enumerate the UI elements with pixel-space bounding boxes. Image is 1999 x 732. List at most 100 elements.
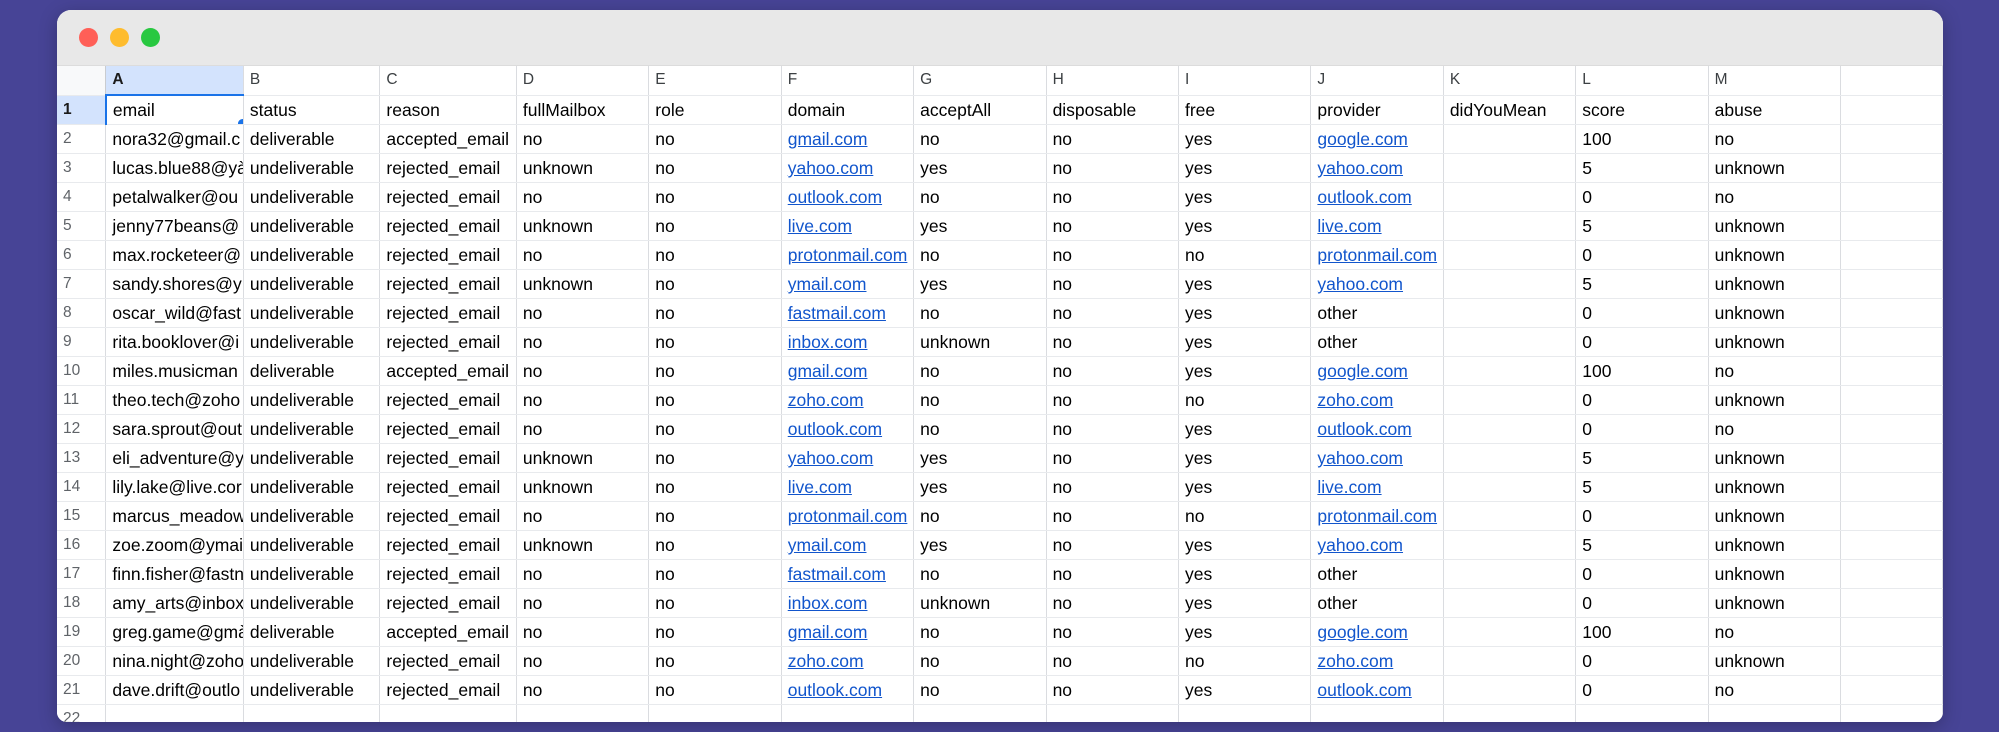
table-row[interactable]: 10miles.musicmandeliverableaccepted_emai… xyxy=(57,357,1943,386)
cell-email[interactable]: dave.drift@outlo xyxy=(106,676,244,705)
cell-domain[interactable]: ymail.com xyxy=(781,531,913,560)
cell-abuse[interactable]: unknown xyxy=(1708,531,1840,560)
empty-cell[interactable] xyxy=(1841,125,1943,154)
cell-free[interactable]: yes xyxy=(1178,618,1310,647)
empty-cell[interactable] xyxy=(1841,415,1943,444)
cell-didYouMean[interactable] xyxy=(1443,183,1575,212)
header-cell-provider[interactable]: provider xyxy=(1311,95,1443,125)
cell-provider[interactable]: outlook.com xyxy=(1311,676,1443,705)
cell-fullMailbox[interactable] xyxy=(516,705,648,723)
cell-disposable[interactable]: no xyxy=(1046,589,1178,618)
cell-reason[interactable]: rejected_email xyxy=(380,502,516,531)
cell-disposable[interactable]: no xyxy=(1046,473,1178,502)
cell-role[interactable]: no xyxy=(649,241,781,270)
header-cell-reason[interactable]: reason xyxy=(380,95,516,125)
cell-role[interactable]: no xyxy=(649,589,781,618)
cell-domain[interactable]: protonmail.com xyxy=(781,502,913,531)
cell-score[interactable]: 5 xyxy=(1576,270,1708,299)
cell-didYouMean[interactable] xyxy=(1443,328,1575,357)
table-row[interactable]: 21dave.drift@outloundeliverablerejected_… xyxy=(57,676,1943,705)
cell-acceptAll[interactable]: no xyxy=(914,560,1046,589)
hyperlink-provider[interactable]: zoho.com xyxy=(1317,651,1393,671)
cell-abuse[interactable]: unknown xyxy=(1708,154,1840,183)
row-number-6[interactable]: 6 xyxy=(57,241,106,270)
cell-reason[interactable]: accepted_email xyxy=(380,125,516,154)
empty-cell[interactable] xyxy=(1841,560,1943,589)
table-row[interactable]: 1emailstatusreasonfullMailboxroledomaina… xyxy=(57,95,1943,125)
cell-abuse[interactable]: no xyxy=(1708,183,1840,212)
cell-domain[interactable]: yahoo.com xyxy=(781,154,913,183)
cell-fullMailbox[interactable]: unknown xyxy=(516,531,648,560)
cell-disposable[interactable]: no xyxy=(1046,502,1178,531)
cell-domain[interactable]: zoho.com xyxy=(781,386,913,415)
cell-reason[interactable]: rejected_email xyxy=(380,560,516,589)
row-number-5[interactable]: 5 xyxy=(57,212,106,241)
cell-disposable[interactable]: no xyxy=(1046,299,1178,328)
cell-free[interactable] xyxy=(1178,705,1310,723)
cell-didYouMean[interactable] xyxy=(1443,444,1575,473)
hyperlink-provider[interactable]: zoho.com xyxy=(1317,390,1393,410)
cell-disposable[interactable]: no xyxy=(1046,676,1178,705)
cell-abuse[interactable]: no xyxy=(1708,357,1840,386)
cell-abuse[interactable]: unknown xyxy=(1708,299,1840,328)
column-header-H[interactable]: H xyxy=(1046,66,1178,95)
cell-fullMailbox[interactable]: unknown xyxy=(516,154,648,183)
close-button[interactable] xyxy=(79,28,98,47)
table-row[interactable]: 6max.rocketeer@undeliverablerejected_ema… xyxy=(57,241,1943,270)
row-number-13[interactable]: 13 xyxy=(57,444,106,473)
empty-cell[interactable] xyxy=(1841,386,1943,415)
row-number-19[interactable]: 19 xyxy=(57,618,106,647)
cell-provider[interactable]: outlook.com xyxy=(1311,415,1443,444)
cell-email[interactable]: greg.game@gmà xyxy=(106,618,244,647)
cell-didYouMean[interactable] xyxy=(1443,386,1575,415)
cell-acceptAll[interactable]: yes xyxy=(914,154,1046,183)
cell-score[interactable]: 5 xyxy=(1576,444,1708,473)
hyperlink-provider[interactable]: protonmail.com xyxy=(1317,245,1437,265)
cell-free[interactable]: yes xyxy=(1178,444,1310,473)
cell-status[interactable]: deliverable xyxy=(243,357,379,386)
cell-score[interactable]: 5 xyxy=(1576,531,1708,560)
cell-status[interactable]: undeliverable xyxy=(243,183,379,212)
cell-status[interactable]: undeliverable xyxy=(243,270,379,299)
cell-didYouMean[interactable] xyxy=(1443,473,1575,502)
cell-email[interactable]: amy_arts@inbox xyxy=(106,589,244,618)
maximize-button[interactable] xyxy=(141,28,160,47)
cell-status[interactable]: undeliverable xyxy=(243,560,379,589)
cell-reason[interactable]: rejected_email xyxy=(380,415,516,444)
hyperlink-domain[interactable]: gmail.com xyxy=(788,361,868,381)
empty-cell[interactable] xyxy=(1841,299,1943,328)
column-header-J[interactable]: J xyxy=(1311,66,1443,95)
cell-provider[interactable]: google.com xyxy=(1311,357,1443,386)
row-number-9[interactable]: 9 xyxy=(57,328,106,357)
table-row[interactable]: 15marcus_meadowundeliverablerejected_ema… xyxy=(57,502,1943,531)
cell-domain[interactable]: inbox.com xyxy=(781,589,913,618)
cell-free[interactable]: yes xyxy=(1178,270,1310,299)
cell-email[interactable]: max.rocketeer@ xyxy=(106,241,244,270)
cell-email[interactable]: lucas.blue88@yà xyxy=(106,154,244,183)
cell-status[interactable]: deliverable xyxy=(243,618,379,647)
cell-disposable[interactable]: no xyxy=(1046,125,1178,154)
cell-acceptAll[interactable]: yes xyxy=(914,212,1046,241)
header-cell-acceptAll[interactable]: acceptAll xyxy=(914,95,1046,125)
cell-email[interactable]: petalwalker@ou xyxy=(106,183,244,212)
column-header-A[interactable]: A xyxy=(106,66,244,95)
cell-didYouMean[interactable] xyxy=(1443,125,1575,154)
cell-status[interactable]: undeliverable xyxy=(243,589,379,618)
cell-domain[interactable]: zoho.com xyxy=(781,647,913,676)
cell-disposable[interactable]: no xyxy=(1046,154,1178,183)
cell-acceptAll[interactable] xyxy=(914,705,1046,723)
cell-status[interactable]: undeliverable xyxy=(243,299,379,328)
column-header-extra[interactable] xyxy=(1841,66,1943,95)
cell-abuse[interactable]: unknown xyxy=(1708,328,1840,357)
cell-status[interactable]: undeliverable xyxy=(243,212,379,241)
cell-provider[interactable]: other xyxy=(1311,328,1443,357)
cell-status[interactable]: undeliverable xyxy=(243,328,379,357)
cell-domain[interactable]: fastmail.com xyxy=(781,560,913,589)
hyperlink-provider[interactable]: google.com xyxy=(1317,622,1407,642)
cell-fullMailbox[interactable]: no xyxy=(516,589,648,618)
header-cell-status[interactable]: status xyxy=(243,95,379,125)
cell-disposable[interactable]: no xyxy=(1046,415,1178,444)
hyperlink-domain[interactable]: outlook.com xyxy=(788,680,882,700)
cell-disposable[interactable]: no xyxy=(1046,618,1178,647)
column-header-G[interactable]: G xyxy=(914,66,1046,95)
